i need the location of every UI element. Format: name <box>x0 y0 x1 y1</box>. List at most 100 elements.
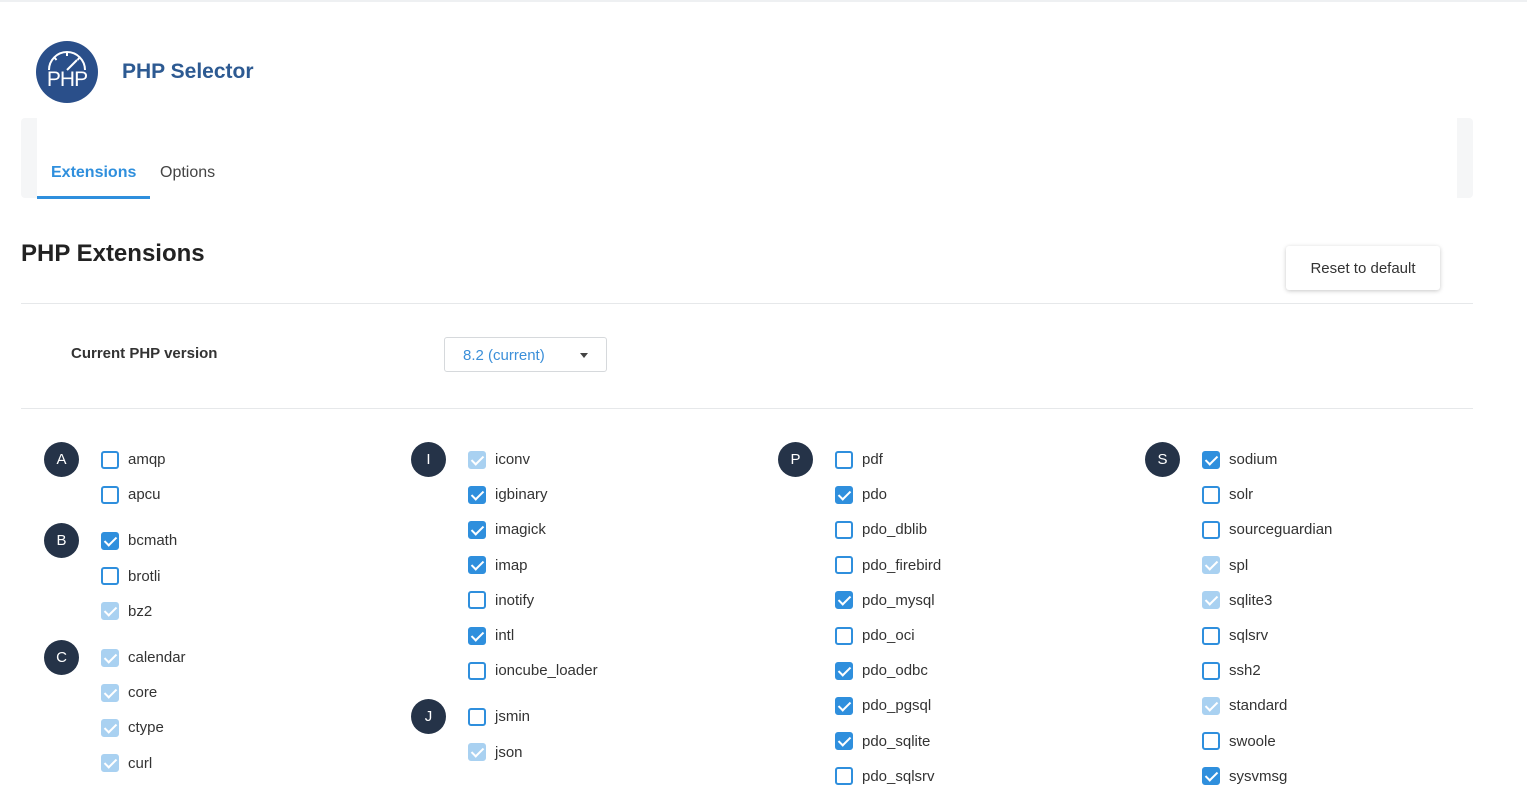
tab-options[interactable]: Options <box>160 118 215 198</box>
extension-checkbox[interactable] <box>468 520 486 539</box>
letter-group: Aamqp apcu <box>44 442 404 512</box>
extension-name: pdo <box>862 486 888 504</box>
extension-list: amqp apcu <box>101 442 404 512</box>
extension-item: iconv <box>468 442 771 477</box>
extension-item[interactable]: pdf <box>835 442 1138 477</box>
extension-checkbox[interactable] <box>1202 732 1220 751</box>
extension-checkbox[interactable] <box>468 485 486 504</box>
checkmark-icon <box>1204 592 1219 607</box>
extension-checkbox[interactable] <box>468 626 486 645</box>
extension-checkbox[interactable] <box>101 531 119 550</box>
extension-checkbox[interactable] <box>835 520 853 539</box>
extension-checkbox[interactable] <box>468 707 486 726</box>
checkmark-icon <box>103 533 118 547</box>
extension-checkbox[interactable] <box>1202 520 1220 539</box>
extension-checkbox[interactable] <box>101 450 119 469</box>
extension-name: pdo_oci <box>862 627 915 645</box>
extension-item[interactable]: sodium <box>1202 442 1505 477</box>
checkmark-icon <box>470 451 485 466</box>
tabs-panel: Extensions Options <box>21 118 1473 199</box>
letter-badge: B <box>44 523 79 559</box>
extension-item[interactable]: pdo_sqlite <box>835 724 1138 759</box>
extension-item[interactable]: igbinary <box>468 477 771 512</box>
extension-checkbox[interactable] <box>101 567 119 586</box>
extension-list: bcmath brotli bz2 <box>101 523 404 629</box>
checkmark-icon <box>1204 557 1219 571</box>
extension-item[interactable]: pdo_oci <box>835 618 1138 653</box>
extension-item[interactable]: ioncube_loader <box>468 653 771 688</box>
extension-item[interactable]: pdo_mysql <box>835 583 1138 618</box>
extension-item[interactable]: pdo_dblib <box>835 512 1138 547</box>
tab-extensions[interactable]: Extensions <box>37 118 151 199</box>
extension-item[interactable]: pdo_odbc <box>835 653 1138 688</box>
extension-item[interactable]: swoole <box>1202 724 1505 759</box>
extension-checkbox[interactable] <box>835 626 853 645</box>
extension-item[interactable]: pdo_sqlsrv <box>835 759 1138 794</box>
extension-item[interactable]: bcmath <box>101 523 404 558</box>
extension-name: ctype <box>128 719 164 737</box>
extension-item[interactable]: intl <box>468 618 771 653</box>
extension-item[interactable]: sysvmsg <box>1202 759 1505 794</box>
extension-name: imap <box>495 556 528 574</box>
extension-item[interactable]: ssh2 <box>1202 653 1505 688</box>
extension-checkbox[interactable] <box>468 556 486 575</box>
extension-item[interactable]: inotify <box>468 583 771 618</box>
extension-name: brotli <box>128 567 161 585</box>
extension-checkbox[interactable] <box>1202 485 1220 504</box>
extension-item[interactable]: sourceguardian <box>1202 512 1505 547</box>
checkmark-icon <box>103 755 118 769</box>
extension-item[interactable]: amqp <box>101 442 404 477</box>
extension-checkbox[interactable] <box>835 661 853 680</box>
extension-item[interactable]: imagick <box>468 512 771 547</box>
extension-checkbox[interactable] <box>101 485 119 504</box>
php-version-value: 8.2 (current) <box>463 347 545 364</box>
extension-item[interactable]: sqlsrv <box>1202 618 1505 653</box>
extension-item[interactable]: pdo_pgsql <box>835 688 1138 723</box>
extension-name: swoole <box>1229 732 1276 750</box>
letter-group: Ppdf pdo pdo_dblib pdo_firebird pdo_mysql pdo… <box>778 442 1138 794</box>
app-title: PHP Selector <box>122 60 254 83</box>
extension-checkbox[interactable] <box>1202 626 1220 645</box>
extension-name: pdo_firebird <box>862 556 942 574</box>
extensions-column: Ppdf pdo pdo_dblib pdo_firebird pdo_mysql pdo… <box>778 442 1138 794</box>
extension-item[interactable]: pdo_firebird <box>835 548 1138 583</box>
caret-down-icon <box>580 353 588 358</box>
divider <box>21 408 1473 409</box>
extension-checkbox[interactable] <box>835 696 853 715</box>
extension-name: amqp <box>128 451 166 469</box>
extensions-column: Iiconv igbinary imagick imap inotify intl ionc… <box>411 442 771 770</box>
extension-item[interactable]: apcu <box>101 477 404 512</box>
checkmark-icon <box>1204 698 1219 712</box>
extension-checkbox[interactable] <box>468 591 486 610</box>
extension-checkbox[interactable] <box>835 450 853 469</box>
reset-to-default-button[interactable]: Reset to default <box>1286 246 1440 290</box>
extension-checkbox[interactable] <box>1202 450 1220 469</box>
extension-item[interactable]: jsmin <box>468 699 771 734</box>
letter-group: Iiconv igbinary imagick imap inotify intl ionc… <box>411 442 771 688</box>
extension-checkbox[interactable] <box>1202 661 1220 680</box>
extension-name: jsmin <box>495 708 531 726</box>
extension-name: sysvmsg <box>1229 767 1288 785</box>
extension-item[interactable]: imap <box>468 548 771 583</box>
extension-name: sqlsrv <box>1229 627 1269 645</box>
extension-checkbox[interactable] <box>468 661 486 680</box>
extension-item[interactable]: pdo <box>835 477 1138 512</box>
extension-checkbox[interactable] <box>835 732 853 751</box>
top-border <box>0 0 1527 2</box>
extension-item[interactable]: solr <box>1202 477 1505 512</box>
extension-checkbox[interactable] <box>1202 767 1220 786</box>
extension-name: spl <box>1229 556 1249 574</box>
extension-name: sourceguardian <box>1229 521 1333 539</box>
checkmark-icon <box>103 720 118 734</box>
extension-checkbox[interactable] <box>835 591 853 610</box>
php-version-select[interactable]: 8.2 (current) <box>444 337 607 372</box>
extension-checkbox[interactable] <box>835 485 853 504</box>
checkmark-icon <box>470 627 485 642</box>
extension-list: iconv igbinary imagick imap inotify intl ioncu… <box>468 442 771 688</box>
extension-checkbox[interactable] <box>835 767 853 786</box>
php-version-label: Current PHP version <box>71 345 218 362</box>
extension-checkbox[interactable] <box>835 556 853 575</box>
extension-item[interactable]: brotli <box>101 559 404 594</box>
extension-name: ssh2 <box>1229 662 1261 680</box>
